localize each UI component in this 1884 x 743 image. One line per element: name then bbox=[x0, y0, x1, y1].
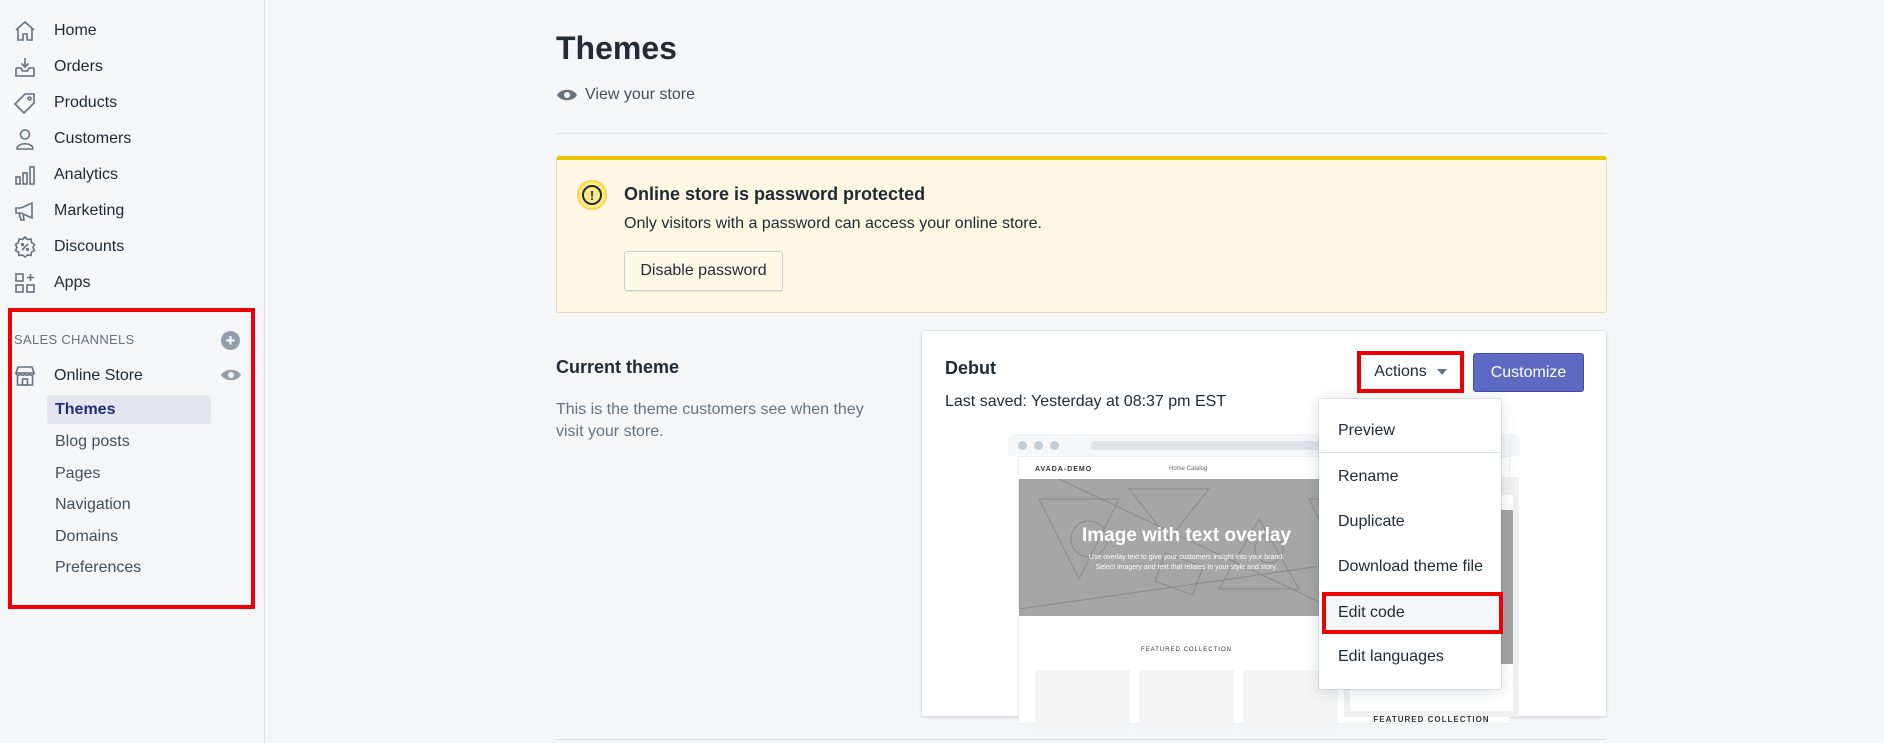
megaphone-icon bbox=[12, 198, 38, 224]
banner-text: Only visitors with a password can access… bbox=[624, 215, 1042, 232]
orders-icon bbox=[12, 54, 38, 80]
nav-online-store[interactable]: Online Store bbox=[12, 361, 143, 391]
menu-item-download-theme-file[interactable]: Download theme file bbox=[1319, 549, 1501, 585]
nav-apps-label: Apps bbox=[54, 274, 91, 291]
password-banner: ! Online store is password protected Onl… bbox=[556, 156, 1607, 313]
nav-marketing[interactable]: Marketing bbox=[12, 196, 124, 226]
sidebar-item-navigation[interactable]: Navigation bbox=[47, 490, 211, 519]
tag-icon bbox=[12, 90, 38, 116]
actions-dropdown: Preview Rename Duplicate Download theme … bbox=[1319, 399, 1503, 689]
eye-icon bbox=[557, 89, 577, 101]
menu-item-edit-languages[interactable]: Edit languages bbox=[1319, 639, 1501, 675]
menu-item-rename[interactable]: Rename bbox=[1319, 459, 1501, 495]
discount-icon bbox=[12, 234, 38, 260]
preview-logo: AVADA-DEMO bbox=[1035, 466, 1093, 473]
footer-divider bbox=[556, 739, 1606, 740]
nav-orders[interactable]: Orders bbox=[12, 52, 103, 82]
nav-orders-label: Orders bbox=[54, 58, 103, 75]
preview-product bbox=[1035, 670, 1130, 730]
preview-featured-heading: FEATURED COLLECTION bbox=[1141, 647, 1232, 653]
actions-button[interactable]: Actions bbox=[1357, 351, 1464, 393]
nav-products[interactable]: Products bbox=[12, 88, 117, 118]
preview-mobile-featured: FEATURED COLLECTION bbox=[1373, 715, 1490, 724]
preview-nav-links: Home Catalog bbox=[1169, 466, 1208, 472]
nav-apps[interactable]: Apps bbox=[12, 268, 90, 298]
theme-name: Debut bbox=[945, 358, 996, 378]
sidebar-item-preferences[interactable]: Preferences bbox=[47, 553, 211, 582]
nav-customers[interactable]: Customers bbox=[12, 124, 131, 154]
preview-hero-subtitle: Use overlay text to give your customers … bbox=[1088, 554, 1285, 571]
menu-divider bbox=[1319, 452, 1501, 453]
view-online-store-eye-icon[interactable] bbox=[221, 368, 241, 382]
disable-password-button[interactable]: Disable password bbox=[624, 251, 783, 291]
actions-label: Actions bbox=[1374, 363, 1427, 380]
menu-item-duplicate[interactable]: Duplicate bbox=[1319, 504, 1501, 540]
store-icon bbox=[12, 363, 38, 389]
person-icon bbox=[12, 126, 38, 152]
sidebar-item-blog-posts[interactable]: Blog posts bbox=[47, 427, 211, 456]
theme-last-saved: Last saved: Yesterday at 08:37 pm EST bbox=[945, 393, 1227, 410]
sidebar: Home Orders Products Customers Analytics… bbox=[0, 0, 265, 743]
nav-marketing-label: Marketing bbox=[54, 202, 125, 219]
nav-products-label: Products bbox=[54, 94, 118, 111]
sales-channels-title: SALES CHANNELS bbox=[14, 332, 135, 347]
current-theme-description: This is the theme customers see when the… bbox=[556, 401, 864, 440]
current-theme-title: Current theme bbox=[556, 357, 680, 377]
sidebar-item-themes[interactable]: Themes bbox=[47, 395, 211, 424]
nav-customers-label: Customers bbox=[54, 130, 132, 147]
banner-title: Online store is password protected bbox=[624, 184, 926, 204]
view-store-label: View your store bbox=[585, 86, 695, 103]
menu-item-preview[interactable]: Preview bbox=[1319, 413, 1501, 449]
header-divider bbox=[556, 133, 1606, 134]
nav-discounts-label: Discounts bbox=[54, 238, 125, 255]
preview-product bbox=[1139, 670, 1234, 730]
caret-down-icon bbox=[1436, 369, 1447, 375]
apps-icon bbox=[12, 270, 38, 296]
bar-chart-icon bbox=[12, 162, 38, 188]
customize-button[interactable]: Customize bbox=[1473, 353, 1584, 392]
warning-icon: ! bbox=[577, 180, 607, 210]
menu-item-edit-code[interactable]: Edit code bbox=[1322, 592, 1503, 634]
nav-online-store-label: Online Store bbox=[54, 367, 143, 384]
nav-analytics-label: Analytics bbox=[54, 166, 119, 183]
preview-hero-title: Image with text overlay bbox=[1081, 525, 1292, 546]
home-icon bbox=[12, 18, 38, 44]
page-title: Themes bbox=[556, 30, 677, 66]
sidebar-item-domains[interactable]: Domains bbox=[47, 522, 211, 551]
nav-discounts[interactable]: Discounts bbox=[12, 232, 124, 262]
nav-home[interactable]: Home bbox=[12, 16, 97, 46]
view-store-link[interactable]: View your store bbox=[557, 86, 695, 104]
add-sales-channel-button[interactable]: + bbox=[221, 331, 240, 350]
nav-home-label: Home bbox=[54, 22, 97, 39]
sidebar-item-pages[interactable]: Pages bbox=[47, 459, 211, 488]
nav-analytics[interactable]: Analytics bbox=[12, 160, 118, 190]
